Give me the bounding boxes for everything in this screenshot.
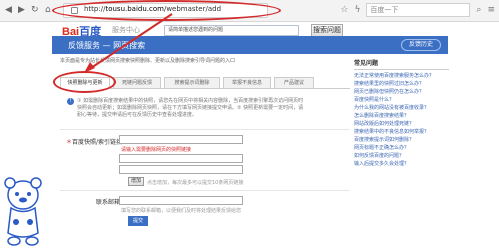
faq-link[interactable]: 输入后提交多久会处理？ [354, 160, 409, 167]
faq-link[interactable]: 搜索结果里的快照过旧怎么办？ [354, 80, 424, 87]
faq-link[interactable]: 如何反馈百度的问题？ [354, 152, 404, 159]
faq-link[interactable]: 搜索结果中的不良信息如何举报？ [354, 128, 429, 135]
url-input-1[interactable] [119, 135, 243, 144]
faq-title: 常见问题 [354, 58, 449, 70]
faq-link[interactable]: 网页已删除但快照仍在怎么办？ [354, 88, 424, 95]
mascot-bear-icon [4, 177, 42, 246]
faq-link[interactable]: 百度搜索提示词如何删除？ [354, 136, 414, 143]
email-hint: 填写您的联系邮箱，以便我们及时将处理结果反馈给您 [121, 208, 242, 214]
faq-panel: 常见问题 无法正常使用百度搜索服务怎么办？ 搜索结果里的快照过旧怎么办？ 网页已… [354, 58, 449, 167]
faq-link[interactable]: 百度快照是什么？ [354, 96, 394, 103]
faq-link[interactable]: 网页标题不正确怎么办？ [354, 144, 409, 151]
faq-link[interactable]: 网站改版后如何处理死链？ [354, 120, 414, 127]
divider [60, 129, 350, 130]
annotation-arrow [84, 13, 173, 73]
email-input[interactable] [119, 196, 243, 205]
url-error-message: 请输入需要删除网页的快照链接 [121, 147, 192, 153]
divider [60, 190, 350, 191]
page: ◀ ▶ ↻ ⌂ http://tousu.baidu.com/webmaster… [0, 0, 499, 248]
faq-link[interactable]: 为什么我的网站没有被百度收录？ [354, 104, 429, 111]
submit-button[interactable]: 提交 [128, 216, 148, 226]
faq-link[interactable]: 无法正常使用百度搜索服务怎么办？ [354, 72, 434, 79]
url-input-3[interactable] [119, 165, 243, 174]
info-icon: ! [67, 98, 74, 105]
add-hint: 点击增加，每次最多可以提交10条网页链接 [147, 180, 244, 186]
add-url-button[interactable]: 增加 [128, 177, 144, 186]
faq-link[interactable]: 怎么删除百度搜索结果？ [354, 112, 409, 119]
instructions-text: ① 如需删除百度搜索结果中的快照，请您先在网页中将相关内容删除，当百度搜索引擎再… [77, 98, 304, 118]
url-input-2[interactable] [119, 154, 243, 163]
